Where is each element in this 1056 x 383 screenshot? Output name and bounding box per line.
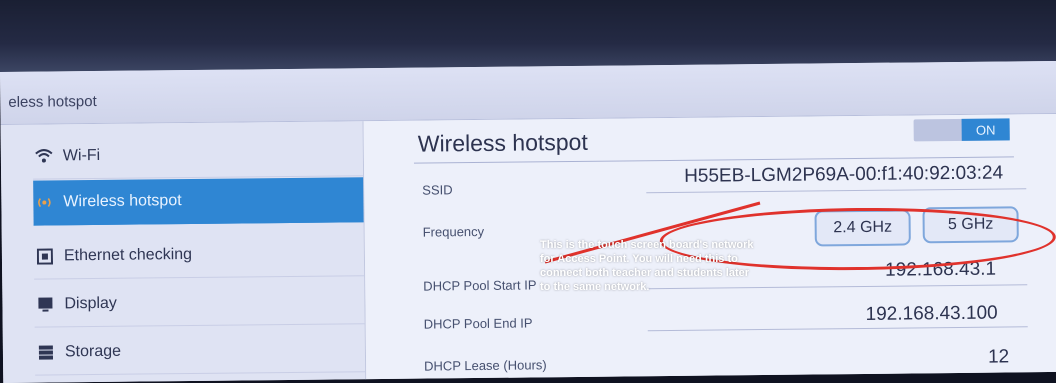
annotation-line: for Access Point. You will need this to [540,253,738,265]
annotation-line: This is the touch screen board's network [540,239,754,251]
annotation-line: connect both teacher and students later [540,267,750,279]
annotation-line: to the same network. [540,281,650,293]
annotation-note: This is the touch screen board's network… [540,238,800,294]
annotation-arrow [544,201,761,264]
